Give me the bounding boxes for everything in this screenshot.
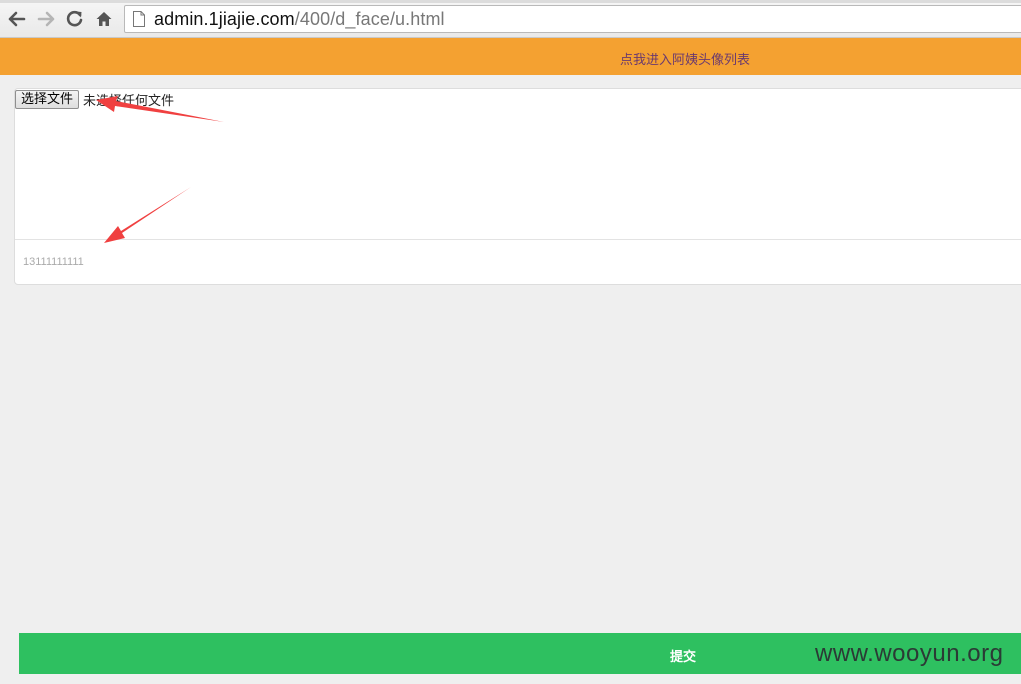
avatar-list-link[interactable]: 点我进入阿姨头像列表 <box>620 49 750 68</box>
upload-form: 选择文件 未选择任何文件 <box>14 88 1021 285</box>
url-host: admin.1jiajie.com <box>154 8 295 29</box>
watermark: www.wooyun.org <box>815 640 1004 667</box>
home-button[interactable] <box>93 8 115 30</box>
phone-input[interactable] <box>15 240 1021 284</box>
forward-arrow-icon <box>37 11 55 27</box>
header-bar: 点我进入阿姨头像列表 <box>0 38 1021 75</box>
choose-file-button[interactable]: 选择文件 <box>15 89 80 109</box>
page-icon <box>133 11 145 27</box>
reload-icon <box>66 10 83 27</box>
url-path: /400/d_face/u.html <box>294 8 445 29</box>
browser-toolbar: admin.1jiajie.com/400/d_face/u.html <box>0 0 1021 38</box>
file-upload-row: 选择文件 未选择任何文件 <box>15 89 174 109</box>
back-button[interactable] <box>6 8 28 30</box>
submit-label: 提交 <box>670 649 697 664</box>
home-icon <box>96 12 112 26</box>
url-text: admin.1jiajie.com/400/d_face/u.html <box>154 9 445 30</box>
forward-button[interactable] <box>35 8 57 30</box>
back-arrow-icon <box>8 11 26 27</box>
tab-strip <box>0 0 1021 3</box>
address-bar[interactable]: admin.1jiajie.com/400/d_face/u.html <box>124 5 1021 33</box>
file-status-text: 未选择任何文件 <box>83 92 175 108</box>
reload-button[interactable] <box>64 8 86 30</box>
